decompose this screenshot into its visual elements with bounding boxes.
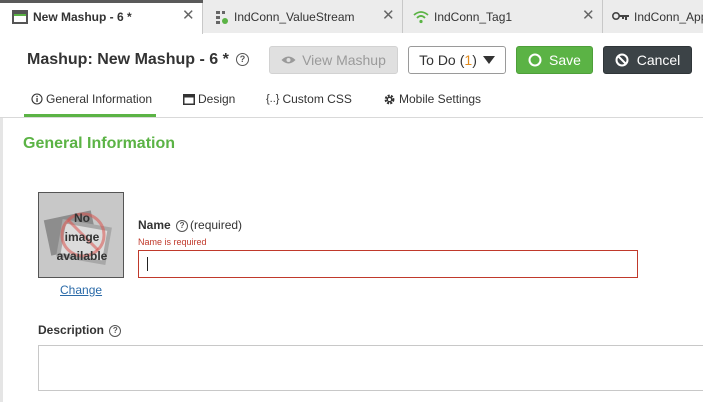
save-label: Save (549, 52, 581, 68)
layout-icon (183, 93, 195, 105)
name-input[interactable] (138, 250, 638, 278)
info-icon (31, 93, 43, 105)
cancel-label: Cancel (636, 52, 681, 68)
eye-icon (281, 55, 296, 65)
save-button[interactable]: Save (516, 46, 593, 74)
close-tab-icon[interactable]: ✕ (582, 8, 595, 23)
tab-label: General Information (46, 92, 153, 106)
todo-dropdown[interactable]: To Do (1) (408, 46, 506, 74)
todo-count-badge: (1) (459, 52, 477, 68)
help-icon[interactable]: ? (109, 324, 122, 337)
description-label: Description ? (38, 323, 123, 337)
settings-tabs: General Information Design {..} Custom C… (0, 86, 703, 117)
document-tab-strip: New Mashup - 6 * ✕ IndConn_ValueStream ✕… (0, 0, 703, 34)
tab-custom-css[interactable]: {..} Custom CSS (266, 92, 352, 106)
name-error-message: Name is required (138, 237, 207, 247)
mashup-icon (12, 10, 28, 27)
tab-label: Design (198, 92, 236, 106)
circle-icon (528, 53, 542, 67)
active-tab-indicator (0, 0, 203, 3)
description-textarea[interactable] (38, 345, 703, 391)
tab-label: IndConn_ValueStream (234, 10, 355, 24)
change-image-link[interactable]: Change (60, 283, 102, 297)
cancel-button[interactable]: Cancel (603, 46, 692, 74)
name-label: Name ? (required) (138, 218, 243, 232)
help-icon[interactable]: ? (176, 219, 189, 232)
tab-label: IndConn_App (634, 10, 703, 24)
gear-icon (383, 93, 396, 106)
tab-design[interactable]: Design (183, 92, 235, 106)
cancel-icon (615, 53, 629, 67)
tab-label: IndConn_Tag1 (434, 10, 513, 24)
text-cursor (147, 257, 148, 271)
todo-label: To Do (419, 52, 456, 68)
no-image-text: No image available (56, 211, 108, 263)
close-tab-icon[interactable]: ✕ (182, 8, 195, 23)
mashup-thumbnail: No image available (38, 192, 124, 278)
section-title: General Information (23, 135, 176, 152)
chevron-down-icon (482, 56, 495, 64)
key-icon (611, 10, 630, 25)
required-indicator: (required) (190, 218, 243, 232)
tab-indconn-app[interactable]: IndConn_App (603, 0, 703, 33)
tab-mobile-settings[interactable]: Mobile Settings (383, 92, 481, 106)
view-mashup-button[interactable]: View Mashup (269, 46, 398, 74)
tab-indconn-tag1[interactable]: IndConn_Tag1 ✕ (403, 0, 603, 33)
tab-general-information[interactable]: General Information (31, 92, 152, 106)
page-title: Mashup: New Mashup - 6 * (27, 51, 229, 68)
view-mashup-label: View Mashup (302, 52, 386, 68)
value-stream-icon (215, 10, 229, 27)
code-braces-icon: {..} (266, 93, 280, 105)
wifi-icon (413, 10, 429, 27)
tab-indconn-valuestream[interactable]: IndConn_ValueStream ✕ (203, 0, 403, 33)
close-tab-icon[interactable]: ✕ (382, 8, 395, 23)
divider (0, 117, 703, 118)
tab-label: Custom CSS (282, 92, 352, 106)
help-icon[interactable]: ? (236, 53, 249, 66)
tab-new-mashup[interactable]: New Mashup - 6 * ✕ (0, 0, 203, 34)
panel-edge (0, 118, 3, 402)
tab-label: New Mashup - 6 * (33, 10, 132, 24)
tab-label: Mobile Settings (399, 92, 482, 106)
